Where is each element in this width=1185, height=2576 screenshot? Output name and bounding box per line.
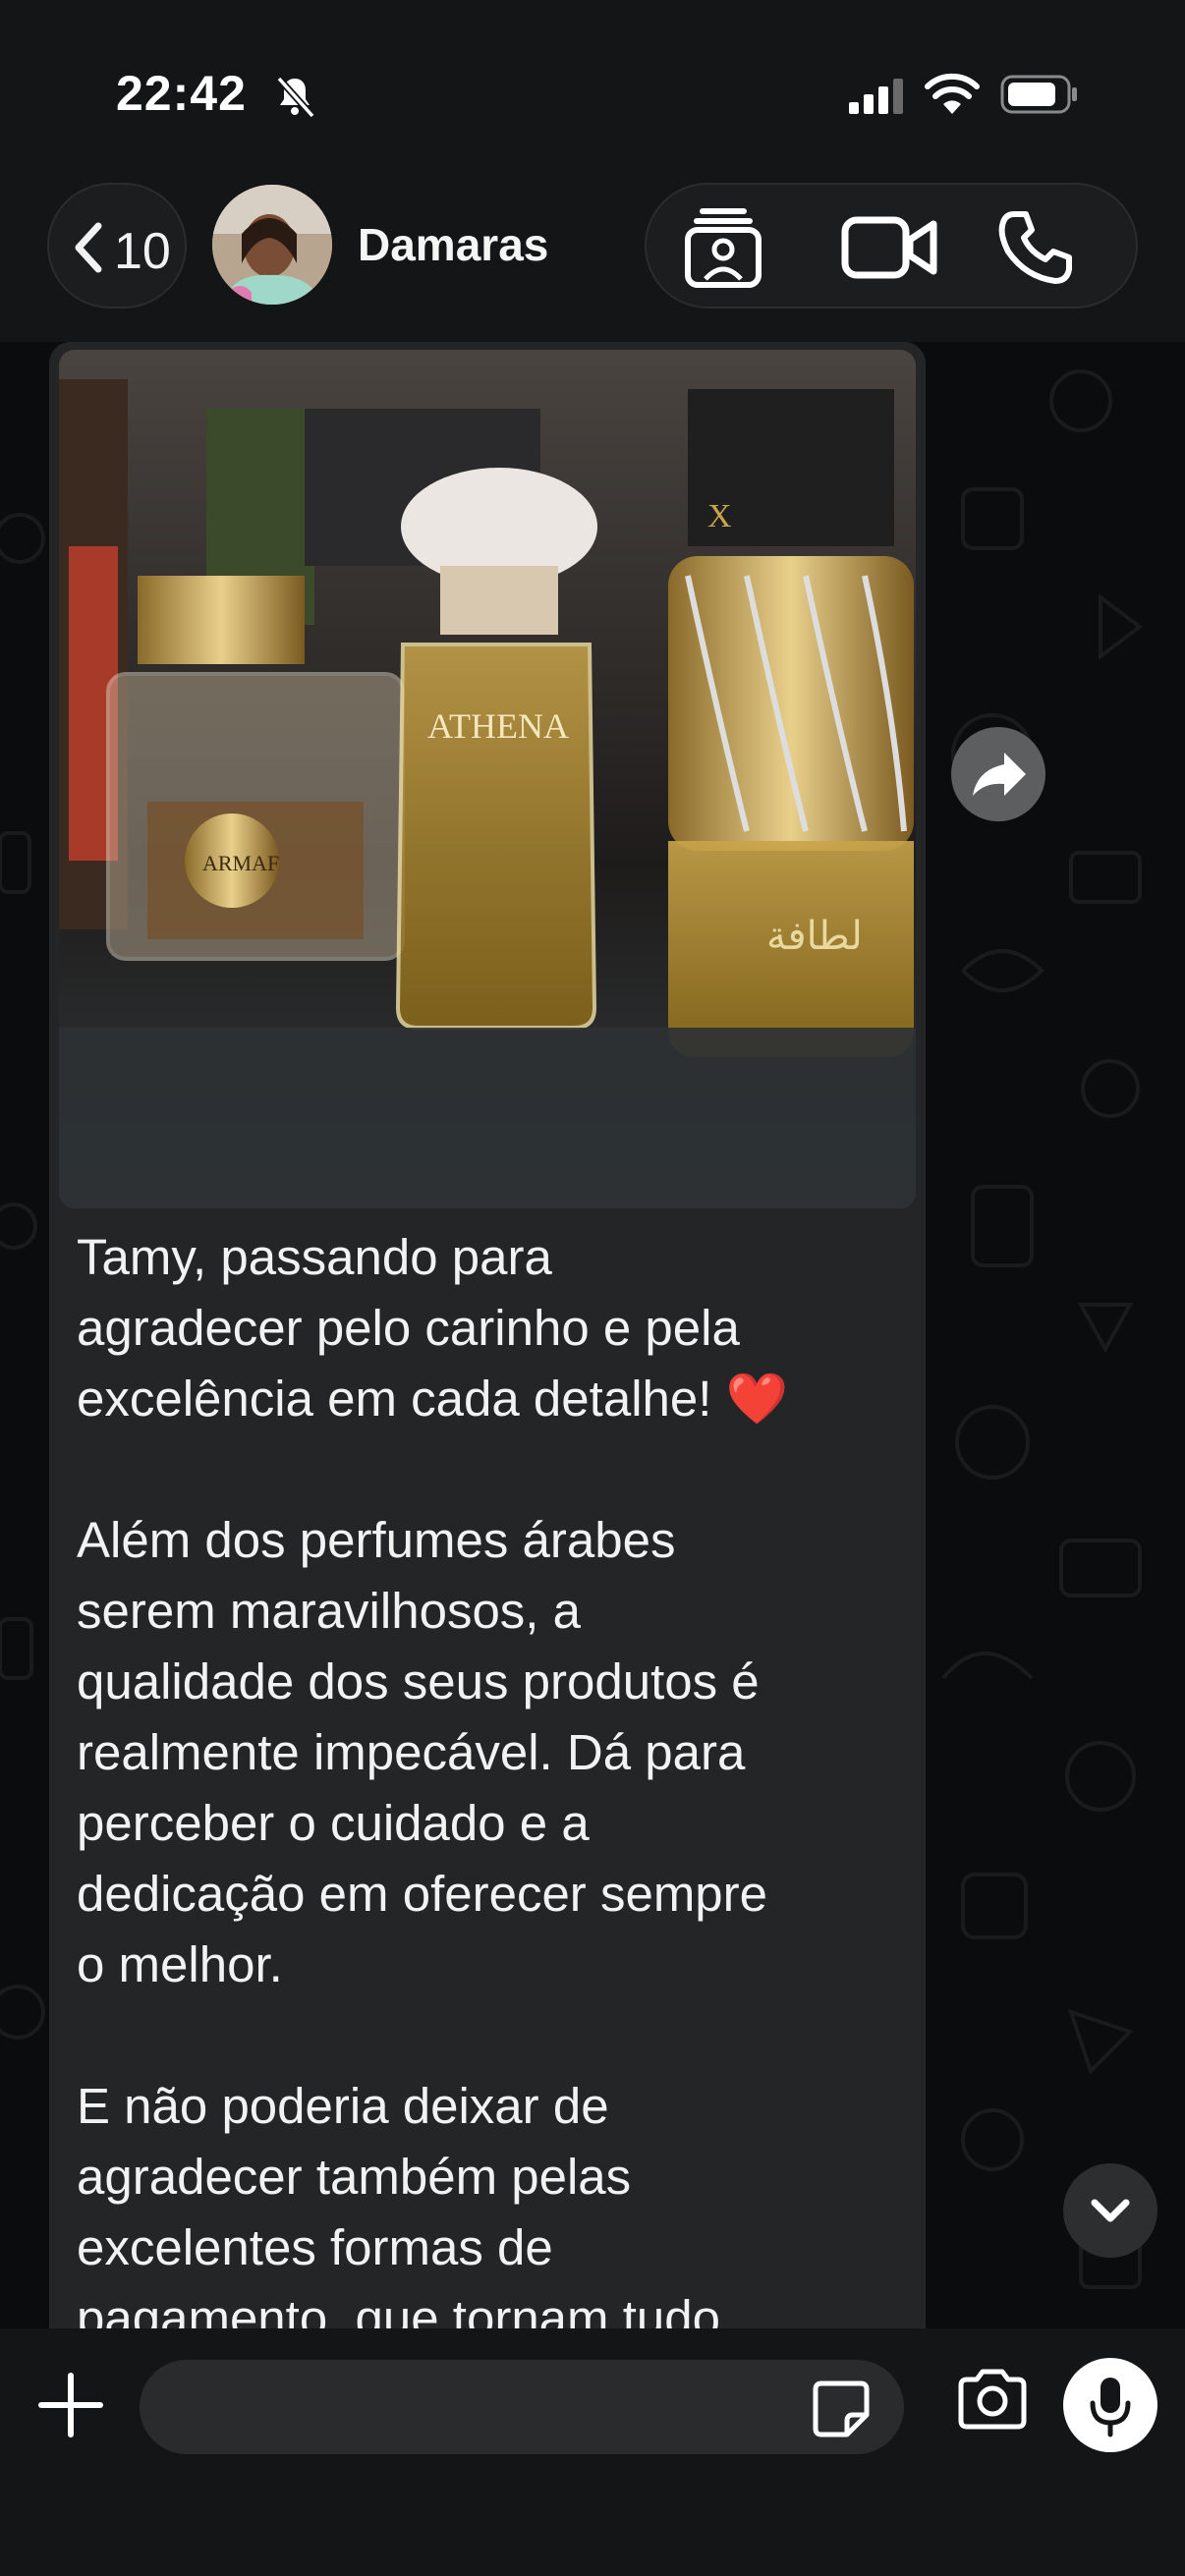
avatar[interactable] [212, 185, 332, 305]
avatar-photo [212, 185, 332, 305]
message-composer [0, 2328, 1185, 2576]
unread-count: 10 [114, 223, 171, 280]
clock: 22:42 [116, 66, 247, 121]
message-text: Tamy, passando para agradecer pelo carin… [77, 1229, 789, 2328]
sticker-icon[interactable] [812, 2380, 871, 2438]
armaf-label: ARMAF [202, 851, 279, 875]
contact-card-icon[interactable] [682, 204, 764, 291]
plus-icon[interactable] [33, 2368, 108, 2442]
wifi-icon [925, 73, 980, 114]
message-input[interactable] [140, 2360, 904, 2454]
svg-text:X: X [707, 498, 732, 534]
scroll-to-bottom-button[interactable] [1063, 2163, 1157, 2258]
forward-button[interactable] [951, 727, 1045, 821]
call-actions [645, 183, 1138, 308]
forward-arrow-icon [973, 753, 1026, 796]
perfume-bottles-image: X ARMAF ATHENA لطافة [59, 350, 916, 1208]
chat-header: 10 Damaras [0, 177, 1185, 342]
status-bar: 22:42 [0, 0, 1185, 177]
video-call-icon[interactable] [841, 212, 939, 283]
cellular-signal-icon [849, 79, 903, 114]
athena-label: ATHENA [427, 706, 569, 746]
lattafa-label: لطافة [766, 914, 863, 959]
back-button[interactable]: 10 [47, 183, 187, 308]
battery-icon [1000, 75, 1077, 114]
microphone-button[interactable] [1063, 2358, 1157, 2452]
chat-area[interactable]: X ARMAF ATHENA لطافة Tamy, passando para… [0, 342, 1185, 2328]
chevron-left-icon [75, 222, 102, 273]
message-photo[interactable]: X ARMAF ATHENA لطافة [59, 350, 916, 1208]
microphone-icon [1090, 2378, 1131, 2437]
chevron-down-icon [1091, 2199, 1130, 2222]
contact-name[interactable]: Damaras [358, 218, 548, 271]
camera-icon[interactable] [955, 2368, 1030, 2431]
bell-slash-icon [276, 76, 315, 119]
voice-call-icon[interactable] [996, 208, 1075, 287]
